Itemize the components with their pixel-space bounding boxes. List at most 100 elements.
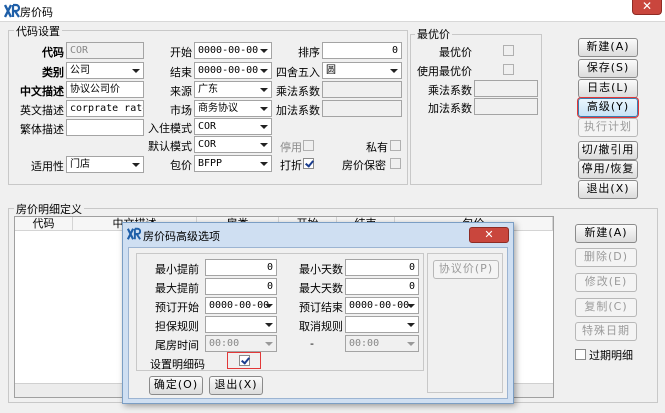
private-checkbox[interactable]	[390, 140, 401, 151]
private-label: 私有	[366, 141, 388, 154]
exec-plan-button[interactable]: 执行计划	[578, 118, 638, 137]
dialog-close-button[interactable]: ✕	[469, 227, 509, 243]
package-label: 包价	[170, 159, 192, 172]
add-label: 加法系数	[276, 104, 320, 117]
advanced-options-dialog: 房价码高级选项 ✕ 最小提前 0 最小天数 0 最大提前 0 最大天数 0 预订…	[122, 222, 514, 404]
title-bar	[0, 0, 665, 22]
agreement-price-button[interactable]: 协议价(P)	[433, 260, 499, 279]
checkin-mode-label: 入住模式	[148, 122, 192, 135]
en-desc-field[interactable]: corprate rate	[66, 100, 144, 117]
max-advance-field[interactable]: 0	[205, 278, 277, 295]
book-start-picker[interactable]: 0000-00-00	[205, 297, 277, 314]
chevron-down-icon	[260, 125, 268, 129]
end-date-picker[interactable]: 0000-00-00	[194, 62, 272, 79]
chevron-down-icon	[265, 304, 273, 308]
chevron-down-icon	[260, 107, 268, 111]
detail-group-label: 房价明细定义	[14, 201, 84, 217]
tail-time-end[interactable]: 00:00	[345, 335, 419, 352]
disable-checkbox[interactable]	[303, 140, 314, 151]
market-select[interactable]: 商务协议	[194, 100, 272, 117]
default-mode-select[interactable]: COR	[194, 136, 272, 153]
log-button[interactable]: 日志(L)	[578, 79, 638, 98]
round-select[interactable]: 圆	[322, 62, 402, 79]
detail-modify-button[interactable]: 修改(E)	[575, 273, 637, 292]
special-date-button[interactable]: 特殊日期	[575, 322, 637, 341]
applicable-select[interactable]: 门店	[66, 156, 144, 173]
min-advance-label: 最小提前	[155, 263, 199, 276]
ok-button[interactable]: 确定(O)	[149, 376, 203, 395]
start-date-picker[interactable]: 0000-00-00	[194, 42, 272, 59]
expired-detail-label: 过期明细	[589, 349, 633, 362]
chevron-down-icon	[260, 88, 268, 92]
min-days-field[interactable]: 0	[345, 259, 419, 276]
checkmark-icon	[305, 158, 314, 168]
new-button[interactable]: 新建(A)	[578, 38, 638, 57]
guarantee-select[interactable]	[205, 316, 277, 333]
sort-label: 排序	[298, 46, 320, 59]
cn-desc-label: 中文描述	[20, 85, 64, 98]
start-label: 开始	[170, 46, 192, 59]
disable-restore-button[interactable]: 停用/恢复	[578, 160, 638, 179]
chevron-down-icon	[260, 162, 268, 166]
column-header[interactable]: 代码	[15, 217, 73, 231]
tail-time-separator: -	[310, 337, 314, 350]
max-days-field[interactable]: 0	[345, 278, 419, 295]
app-logo-icon	[127, 227, 141, 240]
source-select[interactable]: 广东	[194, 81, 272, 98]
dialog-body: 最小提前 0 最小天数 0 最大提前 0 最大天数 0 预订开始 0000-00…	[128, 247, 508, 399]
window-close-button[interactable]: ✕	[632, 0, 662, 15]
advanced-button[interactable]: 高级(Y)	[578, 98, 638, 117]
min-days-label: 最小天数	[299, 263, 343, 276]
best-label: 最优价	[439, 46, 472, 59]
chevron-down-icon	[265, 323, 273, 327]
chevron-down-icon	[407, 304, 415, 308]
best-checkbox[interactable]	[503, 45, 514, 56]
category-label: 类别	[42, 66, 64, 79]
detail-copy-button[interactable]: 复制(C)	[575, 298, 637, 317]
checkmark-icon	[241, 355, 250, 365]
trad-desc-field[interactable]	[66, 119, 144, 136]
cancel-rule-select[interactable]	[345, 316, 419, 333]
tail-time-start[interactable]: 00:00	[205, 335, 277, 352]
detail-code-checkbox[interactable]	[239, 355, 250, 366]
category-select[interactable]: 公司	[66, 62, 144, 79]
trad-desc-label: 繁体描述	[20, 123, 64, 136]
add-field[interactable]	[322, 100, 402, 117]
discount-checkbox[interactable]	[303, 158, 314, 169]
switch-undo-button[interactable]: 切/撤引用	[578, 141, 638, 160]
chevron-down-icon	[390, 69, 398, 73]
save-button[interactable]: 保存(S)	[578, 59, 638, 78]
multiply-field[interactable]	[322, 81, 402, 98]
best-add-field[interactable]	[474, 98, 538, 115]
confidential-checkbox[interactable]	[390, 158, 401, 169]
exit-button[interactable]: 退出(X)	[578, 180, 638, 199]
max-days-label: 最大天数	[299, 282, 343, 295]
package-select[interactable]: BFPP	[194, 155, 272, 172]
best-price-group-label: 最优价	[415, 26, 452, 42]
en-desc-label: 英文描述	[20, 104, 64, 117]
guarantee-label: 担保规则	[155, 320, 199, 333]
chevron-down-icon	[260, 69, 268, 73]
checkin-mode-select[interactable]: COR	[194, 118, 272, 135]
best-multiply-field[interactable]	[474, 80, 538, 97]
cancel-rule-label: 取消规则	[299, 320, 343, 333]
window-title: 房价码	[20, 6, 53, 19]
app-logo-icon	[4, 3, 20, 18]
cn-desc-field[interactable]: 协议公司价	[66, 81, 144, 98]
detail-delete-button[interactable]: 删除(D)	[575, 248, 637, 267]
chevron-down-icon	[265, 342, 273, 346]
detail-new-button[interactable]: 新建(A)	[575, 224, 637, 243]
min-advance-field[interactable]: 0	[205, 259, 277, 276]
discount-label: 打折	[280, 159, 302, 172]
dialog-exit-button[interactable]: 退出(X)	[209, 376, 263, 395]
code-field[interactable]: COR	[66, 42, 144, 59]
confidential-label: 房价保密	[342, 159, 386, 172]
multiply-label: 乘法系数	[276, 85, 320, 98]
chevron-down-icon	[132, 69, 140, 73]
book-start-label: 预订开始	[155, 301, 199, 314]
sort-field[interactable]: 0	[322, 42, 402, 59]
use-best-checkbox[interactable]	[503, 64, 514, 75]
book-end-picker[interactable]: 0000-00-00	[345, 297, 419, 314]
expired-detail-checkbox[interactable]	[575, 349, 586, 360]
chevron-down-icon	[260, 143, 268, 147]
